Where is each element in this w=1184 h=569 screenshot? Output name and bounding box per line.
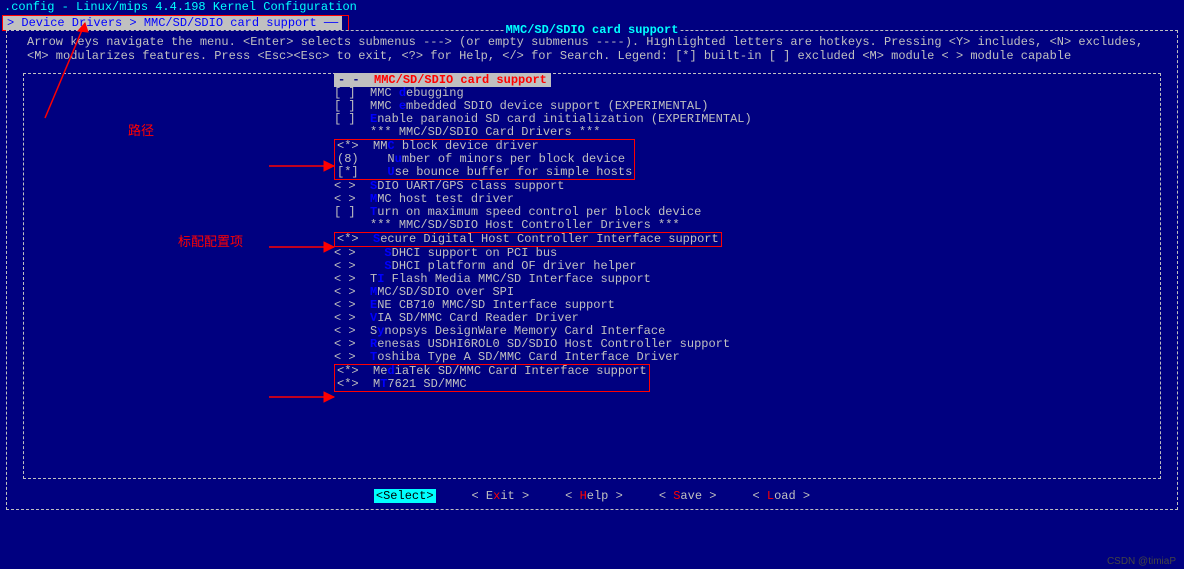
highlight-box-2: <*> Secure Digital Host Controller Inter… [334,232,722,247]
help-line-2: <M> modularizes features. Press <Esc><Es… [27,49,1157,63]
config-title: .config - Linux/mips 4.4.198 Kernel Conf… [0,0,1184,14]
annotation-path: 路径 [128,120,154,139]
menu-item[interactable]: *** MMC/SD/SDIO Card Drivers *** [334,126,1160,139]
menu-item[interactable]: <*> MT7621 SD/MMC [337,378,647,391]
outer-panel: MMC/SD/SDIO card support Arrow keys navi… [6,30,1178,510]
menu-item[interactable]: <*> Secure Digital Host Controller Inter… [337,233,719,246]
load-button[interactable]: < Load > [752,489,810,503]
menu-list[interactable]: - - MMC/SD/SDIO card support [ ] MMC deb… [334,74,1160,396]
help-text: Arrow keys navigate the menu. <Enter> se… [7,31,1177,71]
highlight-box-3: <*> MediaTek SD/MMC Card Interface suppo… [334,364,650,392]
select-button[interactable]: <Select> [374,489,436,503]
arrow-2-icon [264,237,344,257]
panel-title: MMC/SD/SDIO card support [504,23,681,37]
exit-button[interactable]: < Exit > [472,489,530,503]
help-button[interactable]: < Help > [565,489,623,503]
annotation-std: 标配配置项 [178,231,243,250]
arrow-3-icon [264,387,344,407]
terminal-root: .config - Linux/mips 4.4.198 Kernel Conf… [0,0,1184,510]
arrow-1-icon [264,156,344,176]
button-bar: <Select> < Exit > < Help > < Save > < Lo… [7,487,1177,509]
menu-item[interactable]: [*] Use bounce buffer for simple hosts [337,166,632,179]
save-button[interactable]: < Save > [659,489,717,503]
menu-item[interactable]: < > Toshiba Type A SD/MMC Card Interface… [334,351,1160,364]
menu-panel: - - MMC/SD/SDIO card support [ ] MMC deb… [23,73,1161,479]
watermark: CSDN @timiaP [1107,556,1176,567]
highlight-box-1: <*> MMC block device driver(8) Number of… [334,139,635,180]
menu-item[interactable]: *** MMC/SD/SDIO Host Controller Drivers … [334,219,1160,232]
arrow-path-icon [30,18,100,128]
help-line-1: Arrow keys navigate the menu. <Enter> se… [27,35,1157,49]
